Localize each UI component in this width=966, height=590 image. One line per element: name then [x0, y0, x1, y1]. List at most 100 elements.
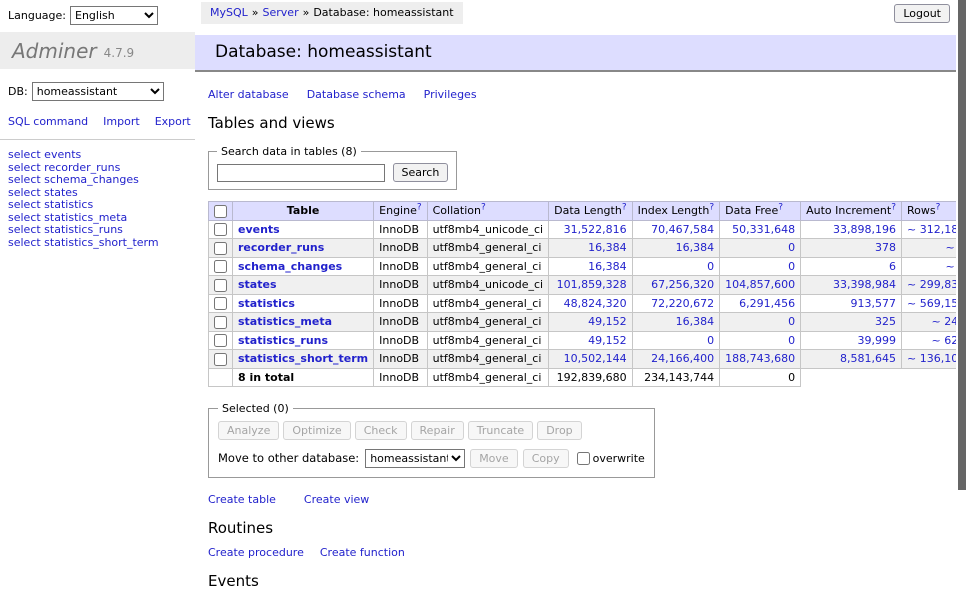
data-length-cell[interactable]: 49,152	[549, 313, 632, 332]
index-length-cell[interactable]: 67,256,320	[632, 276, 720, 295]
row-checkbox[interactable]	[214, 223, 227, 236]
data-length-cell[interactable]: 16,384	[549, 257, 632, 276]
data-length-cell[interactable]: 49,152	[549, 331, 632, 350]
selected-action-button: Repair	[411, 421, 464, 440]
table-name-link[interactable]: statistics_meta	[238, 315, 332, 328]
move-db-select[interactable]: homeassistant	[365, 449, 465, 468]
database-action-link[interactable]: Alter database	[208, 88, 289, 101]
collation-cell: utf8mb4_unicode_ci	[427, 276, 548, 295]
events-section-heading: Events	[208, 572, 956, 590]
create-link[interactable]: Create table	[208, 493, 276, 506]
data-length-cell[interactable]: 16,384	[549, 239, 632, 258]
row-checkbox[interactable]	[214, 353, 227, 366]
table-name-link[interactable]: statistics	[238, 297, 295, 310]
auto-increment-cell[interactable]: 913,577	[801, 294, 902, 313]
sidebar-select-table-link[interactable]: select statistics_runs	[8, 224, 187, 237]
database-action-link[interactable]: Database schema	[307, 88, 406, 101]
language-row: Language:English	[0, 0, 195, 32]
selected-action-button: Check	[355, 421, 407, 440]
db-selector-row: DB:homeassistant	[0, 69, 195, 101]
overwrite-label: overwrite	[593, 452, 645, 465]
sidebar-select-table-link[interactable]: select statistics	[8, 199, 187, 212]
selected-action-button: Truncate	[468, 421, 533, 440]
sidebar-actions: SQL commandImportExportCreate table	[0, 101, 195, 130]
index-length-cell[interactable]: 16,384	[632, 239, 720, 258]
data-length-cell[interactable]: 48,824,320	[549, 294, 632, 313]
index-length-cell[interactable]: 0	[632, 257, 720, 276]
data-length-cell[interactable]: 10,502,144	[549, 350, 632, 369]
db-select[interactable]: homeassistant	[32, 82, 164, 101]
data-free-cell[interactable]: 0	[720, 313, 801, 332]
column-help-link[interactable]: ?	[778, 203, 783, 213]
column-help-link[interactable]: ?	[417, 203, 422, 213]
data-free-cell[interactable]: 0	[720, 239, 801, 258]
table-name-link[interactable]: schema_changes	[238, 260, 342, 273]
sidebar-action-link[interactable]: Import	[103, 115, 140, 128]
overwrite-checkbox[interactable]	[577, 452, 590, 465]
page-title: Database: homeassistant	[195, 35, 956, 72]
engine-cell: InnoDB	[374, 220, 427, 239]
row-checkbox[interactable]	[214, 260, 227, 273]
data-free-cell[interactable]: 188,743,680	[720, 350, 801, 369]
table-name-link[interactable]: statistics_short_term	[238, 352, 368, 365]
column-help-link[interactable]: ?	[936, 203, 941, 213]
auto-increment-cell[interactable]: 39,999	[801, 331, 902, 350]
data-free-cell[interactable]: 6,291,456	[720, 294, 801, 313]
sidebar-action-link[interactable]: Export	[155, 115, 191, 128]
data-length-cell[interactable]: 101,859,328	[549, 276, 632, 295]
row-checkbox[interactable]	[214, 242, 227, 255]
auto-increment-cell[interactable]: 6	[801, 257, 902, 276]
routine-create-link[interactable]: Create procedure	[208, 546, 304, 559]
auto-increment-cell[interactable]: 33,398,984	[801, 276, 902, 295]
index-length-cell[interactable]: 0	[632, 331, 720, 350]
move-button: Move	[470, 449, 518, 468]
data-free-cell[interactable]: 104,857,600	[720, 276, 801, 295]
column-header-table: Table	[233, 202, 374, 221]
sidebar-action-link[interactable]: SQL command	[8, 115, 88, 128]
breadcrumb-mysql-link[interactable]: MySQL	[210, 6, 248, 19]
column-help-link[interactable]: ?	[481, 203, 486, 213]
data-free-cell[interactable]: 0	[720, 257, 801, 276]
index-length-cell[interactable]: 16,384	[632, 313, 720, 332]
selected-action-button: Drop	[537, 421, 581, 440]
row-checkbox[interactable]	[214, 297, 227, 310]
data-length-cell[interactable]: 31,522,816	[549, 220, 632, 239]
auto-increment-cell[interactable]: 33,898,196	[801, 220, 902, 239]
sidebar-table-links: select eventsselect recorder_runsselect …	[0, 140, 195, 249]
index-length-cell[interactable]: 70,467,584	[632, 220, 720, 239]
auto-increment-cell[interactable]: 378	[801, 239, 902, 258]
row-checkbox[interactable]	[214, 279, 227, 292]
row-checkbox[interactable]	[214, 316, 227, 329]
collation-cell: utf8mb4_general_ci	[427, 239, 548, 258]
scrollbar-thumb[interactable]	[958, 0, 966, 490]
data-free-cell[interactable]: 50,331,648	[720, 220, 801, 239]
sidebar-select-table-link[interactable]: select events	[8, 149, 187, 162]
table-name-link[interactable]: events	[238, 223, 280, 236]
index-length-cell[interactable]: 72,220,672	[632, 294, 720, 313]
routine-create-link[interactable]: Create function	[320, 546, 405, 559]
data-free-cell[interactable]: 0	[720, 331, 801, 350]
column-help-link[interactable]: ?	[891, 203, 896, 213]
table-name-link[interactable]: states	[238, 278, 277, 291]
auto-increment-cell[interactable]: 325	[801, 313, 902, 332]
table-name-link[interactable]: statistics_runs	[238, 334, 328, 347]
language-select[interactable]: English	[70, 6, 158, 25]
logout-button[interactable]: Logout	[894, 4, 950, 23]
check-all-checkbox[interactable]	[214, 205, 227, 218]
database-action-link[interactable]: Privileges	[424, 88, 477, 101]
index-length-cell[interactable]: 24,166,400	[632, 350, 720, 369]
engine-cell: InnoDB	[374, 294, 427, 313]
column-help-link[interactable]: ?	[622, 203, 627, 213]
row-checkbox[interactable]	[214, 334, 227, 347]
sidebar-select-table-link[interactable]: select schema_changes	[8, 174, 187, 187]
auto-increment-cell[interactable]: 8,581,645	[801, 350, 902, 369]
engine-cell: InnoDB	[374, 313, 427, 332]
sidebar-select-table-link[interactable]: select statistics_short_term	[8, 237, 187, 250]
breadcrumb-server-link[interactable]: Server	[263, 6, 299, 19]
search-button[interactable]: Search	[393, 163, 449, 182]
search-input[interactable]	[217, 164, 385, 182]
table-name-link[interactable]: recorder_runs	[238, 241, 324, 254]
create-link[interactable]: Create view	[304, 493, 369, 506]
column-help-link[interactable]: ?	[709, 203, 714, 213]
vertical-scrollbar[interactable]	[956, 0, 966, 543]
